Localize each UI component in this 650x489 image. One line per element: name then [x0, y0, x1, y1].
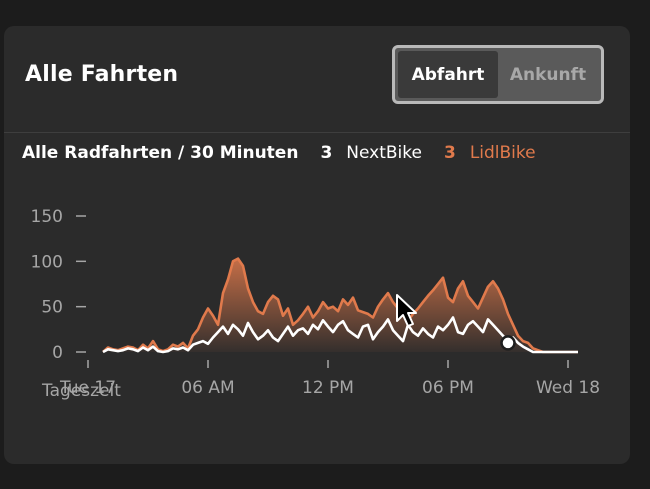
y-tick-label: 150	[31, 207, 63, 227]
plot-area	[102, 257, 578, 354]
x-axis-label: Tageszeit	[42, 381, 121, 401]
toggle-ankunft-button[interactable]: Ankunft	[498, 51, 598, 98]
chart-legend: Alle Radfahrten / 30 Minuten 3 NextBike …	[22, 141, 536, 165]
card-header: Alle Fahrten Abfahrt Ankunft	[4, 26, 630, 133]
card-title: Alle Fahrten	[25, 62, 179, 87]
nextbike-legend-label[interactable]: NextBike	[346, 143, 422, 163]
x-axis: Tue 17 06 AM 12 PM 06 PM Wed 18	[59, 360, 600, 398]
y-tick-label: 100	[31, 252, 63, 272]
chart-title: Alle Radfahrten / 30 Minuten	[22, 143, 299, 163]
nextbike-count: 3	[320, 143, 333, 163]
y-tick-label: 0	[52, 343, 63, 363]
trips-chart[interactable]: 050100150 Tue 17 06 AM 12 PM 06 PM Wed 18	[0, 170, 650, 410]
x-tick-label: Wed 18	[536, 378, 600, 398]
x-tick-label: 12 PM	[302, 378, 354, 398]
x-tick-label: 06 PM	[422, 378, 474, 398]
lidlbike-legend-label[interactable]: LidlBike	[470, 143, 536, 163]
y-tick-label: 50	[41, 298, 63, 318]
mouse-pointer-icon	[396, 294, 417, 327]
x-tick-label: 06 AM	[181, 378, 234, 398]
hover-marker	[500, 335, 516, 351]
toggle-abfahrt-button[interactable]: Abfahrt	[398, 51, 498, 98]
lidlbike-count: 3	[443, 143, 456, 163]
y-axis: 0 50 100 150	[31, 207, 86, 363]
direction-toggle[interactable]: Abfahrt Ankunft	[392, 45, 604, 104]
